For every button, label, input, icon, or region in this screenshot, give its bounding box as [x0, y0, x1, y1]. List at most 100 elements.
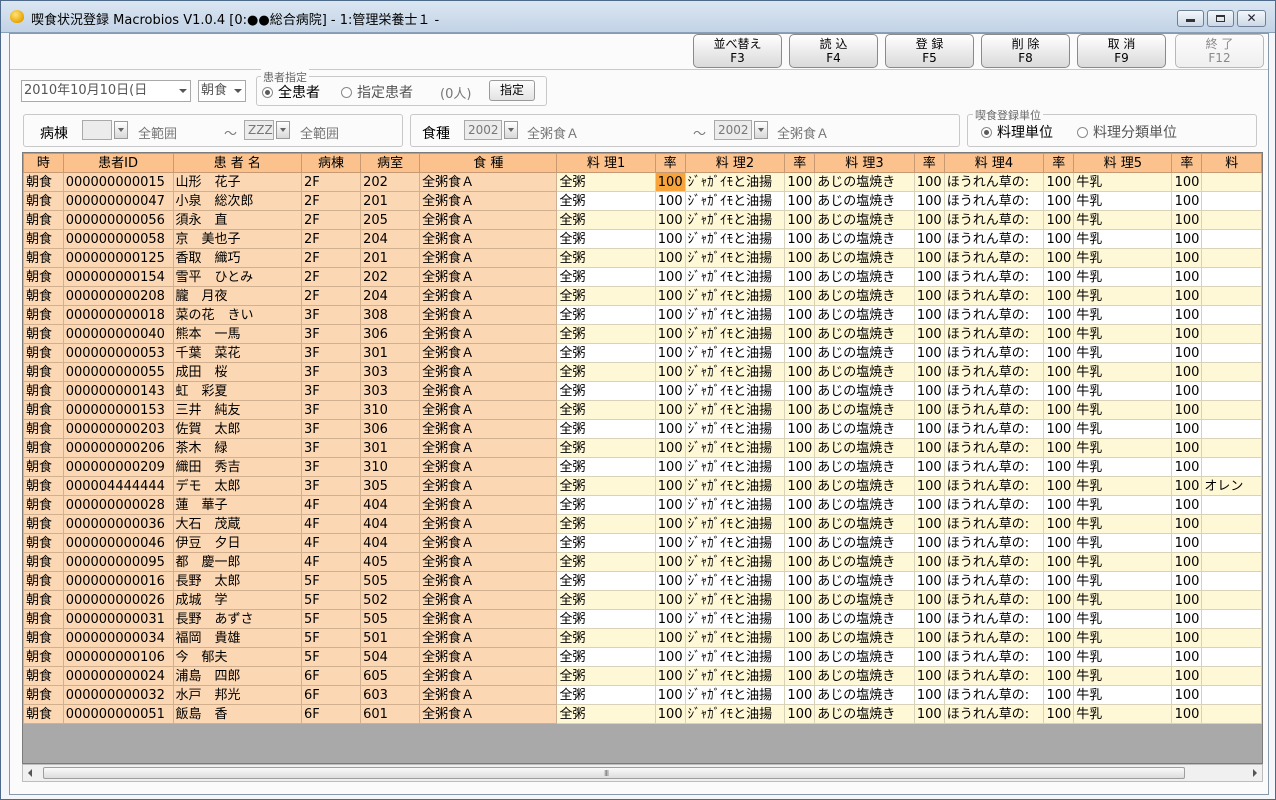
- dish-cell[interactable]: 牛乳: [1073, 609, 1173, 629]
- rate-cell[interactable]: 100: [913, 457, 945, 477]
- patient-name-cell[interactable]: デモ 太郎: [172, 476, 303, 496]
- dish-cell[interactable]: 牛乳: [1073, 476, 1173, 496]
- rate-cell[interactable]: 100: [654, 647, 686, 667]
- dish-cell[interactable]: [1201, 362, 1262, 382]
- rate-cell[interactable]: 100: [1171, 362, 1203, 382]
- dish-cell[interactable]: [1201, 590, 1262, 610]
- dish-cell[interactable]: 全粥: [556, 647, 656, 667]
- room-cell[interactable]: 505: [360, 609, 421, 629]
- dish-cell[interactable]: ｼﾞｬｶﾞｲﾓと油揚: [684, 267, 786, 287]
- rate-cell[interactable]: 100: [654, 571, 686, 591]
- room-cell[interactable]: 201: [360, 248, 421, 268]
- rate-cell[interactable]: 100: [1043, 381, 1075, 401]
- table-row[interactable]: 朝食 000000000016 長野 太郎 5F 505 全粥食Ａ 全粥 100 ｼﾞｬｶﾞｲﾓ…: [23, 571, 1262, 591]
- patient-name-cell[interactable]: 成田 桜: [172, 362, 303, 382]
- meal-cell[interactable]: 朝食: [23, 172, 64, 192]
- rate-cell[interactable]: 100: [913, 533, 945, 553]
- patient-name-cell[interactable]: 朧 月夜: [172, 286, 303, 306]
- rate-cell[interactable]: 100: [1171, 191, 1203, 211]
- patient-name-cell[interactable]: 菜の花 きい: [172, 305, 303, 325]
- rate-cell[interactable]: 100: [784, 248, 816, 268]
- column-header[interactable]: 料 理1: [556, 153, 656, 173]
- rate-cell[interactable]: 100: [784, 495, 816, 515]
- dish-cell[interactable]: ｼﾞｬｶﾞｲﾓと油揚: [684, 381, 786, 401]
- dish-cell[interactable]: 牛乳: [1073, 324, 1173, 344]
- diet-cell[interactable]: 全粥食Ａ: [419, 438, 558, 458]
- dish-cell[interactable]: 全粥: [556, 571, 656, 591]
- dish-cell[interactable]: [1201, 324, 1262, 344]
- patient-name-cell[interactable]: 飯島 香: [172, 704, 303, 724]
- rate-cell[interactable]: 100: [1043, 419, 1075, 439]
- patient-name-cell[interactable]: 小泉 総次郎: [172, 191, 303, 211]
- diet-cell[interactable]: 全粥食Ａ: [419, 381, 558, 401]
- diet-cell[interactable]: 全粥食Ａ: [419, 552, 558, 572]
- rate-cell[interactable]: 100: [1171, 685, 1203, 705]
- rate-cell[interactable]: 100: [1171, 666, 1203, 686]
- ward-cell[interactable]: 2F: [300, 191, 362, 211]
- rate-cell[interactable]: 100: [784, 419, 816, 439]
- dish-cell[interactable]: あじの塩焼き: [814, 343, 915, 363]
- diet-cell[interactable]: 全粥食Ａ: [419, 419, 558, 439]
- dish-cell[interactable]: [1201, 685, 1262, 705]
- dish-cell[interactable]: 牛乳: [1073, 381, 1173, 401]
- meal-cell[interactable]: 朝食: [23, 324, 64, 344]
- room-cell[interactable]: 502: [360, 590, 421, 610]
- room-cell[interactable]: 204: [360, 229, 421, 249]
- dish-cell[interactable]: [1201, 381, 1262, 401]
- dish-cell[interactable]: あじの塩焼き: [814, 590, 915, 610]
- rate-cell[interactable]: 100: [1171, 286, 1203, 306]
- ward-cell[interactable]: 5F: [300, 590, 362, 610]
- dish-cell[interactable]: 牛乳: [1073, 438, 1173, 458]
- rate-cell[interactable]: 100: [784, 552, 816, 572]
- table-row[interactable]: 朝食 000000000032 水戸 邦光 6F 603 全粥食Ａ 全粥 100 ｼﾞｬｶﾞｲﾓ…: [23, 685, 1262, 705]
- dish-cell[interactable]: 牛乳: [1073, 286, 1173, 306]
- table-row[interactable]: 朝食 000000000125 香取 織巧 2F 201 全粥食Ａ 全粥 100 ｼﾞｬｶﾞｲﾓ…: [23, 248, 1262, 268]
- dish-cell[interactable]: 全粥: [556, 514, 656, 534]
- rate-cell[interactable]: 100: [913, 647, 945, 667]
- rate-cell[interactable]: 100: [1043, 305, 1075, 325]
- meal-cell[interactable]: 朝食: [23, 476, 64, 496]
- table-row[interactable]: 朝食 000000000028 蓮 華子 4F 404 全粥食Ａ 全粥 100 ｼﾞｬｶﾞｲﾓと…: [23, 495, 1262, 515]
- ward-cell[interactable]: 2F: [300, 229, 362, 249]
- patient-id-cell[interactable]: 000000000055: [62, 362, 174, 382]
- sort-button[interactable]: 並べ替え F3: [693, 34, 782, 68]
- dish-cell[interactable]: [1201, 666, 1262, 686]
- dish-cell[interactable]: 全粥: [556, 438, 656, 458]
- dish-cell[interactable]: [1201, 286, 1262, 306]
- ward-cell[interactable]: 4F: [300, 495, 362, 515]
- dish-cell[interactable]: あじの塩焼き: [814, 685, 915, 705]
- table-row[interactable]: 朝食 000000000206 茶木 緑 3F 301 全粥食Ａ 全粥 100 ｼﾞｬｶﾞｲﾓと…: [23, 438, 1262, 458]
- patient-id-cell[interactable]: 000000000058: [62, 229, 174, 249]
- room-cell[interactable]: 504: [360, 647, 421, 667]
- meal-cell[interactable]: 朝食: [23, 210, 64, 230]
- rate-cell[interactable]: 100: [1043, 609, 1075, 629]
- dish-cell[interactable]: ｼﾞｬｶﾞｲﾓと油揚: [684, 590, 786, 610]
- rate-cell[interactable]: 100: [1171, 571, 1203, 591]
- patient-id-cell[interactable]: 000000000026: [62, 590, 174, 610]
- rate-cell[interactable]: 100: [654, 457, 686, 477]
- diet-to-code[interactable]: 2002: [714, 120, 752, 140]
- horizontal-scrollbar[interactable]: III: [22, 764, 1263, 782]
- rate-cell[interactable]: 100: [1171, 324, 1203, 344]
- column-header[interactable]: 料 理5: [1073, 153, 1173, 173]
- patient-id-cell[interactable]: 000000000047: [62, 191, 174, 211]
- room-cell[interactable]: 501: [360, 628, 421, 648]
- diet-cell[interactable]: 全粥食Ａ: [419, 533, 558, 553]
- ward-cell[interactable]: 6F: [300, 666, 362, 686]
- ward-cell[interactable]: 3F: [300, 438, 362, 458]
- patient-id-cell[interactable]: 000000000051: [62, 704, 174, 724]
- meal-status-grid[interactable]: 時患者ID 患 者 名病棟 病室食 種料 理1 率料 理2 率料 理3 率料 理4 率料 理…: [22, 152, 1263, 764]
- rate-cell[interactable]: 100: [1043, 362, 1075, 382]
- rate-cell[interactable]: 100: [1043, 248, 1075, 268]
- rate-cell[interactable]: 100: [1043, 191, 1075, 211]
- dish-cell[interactable]: あじの塩焼き: [814, 628, 915, 648]
- room-cell[interactable]: 202: [360, 172, 421, 192]
- dish-cell[interactable]: ほうれん草の:: [943, 647, 1045, 667]
- rate-cell[interactable]: 100: [913, 324, 945, 344]
- room-cell[interactable]: 303: [360, 381, 421, 401]
- dish-cell[interactable]: ｼﾞｬｶﾞｲﾓと油揚: [684, 704, 786, 724]
- rate-cell[interactable]: 100: [654, 210, 686, 230]
- rate-cell[interactable]: 100: [784, 229, 816, 249]
- dish-cell[interactable]: ほうれん草の:: [943, 495, 1045, 515]
- dish-cell[interactable]: 牛乳: [1073, 343, 1173, 363]
